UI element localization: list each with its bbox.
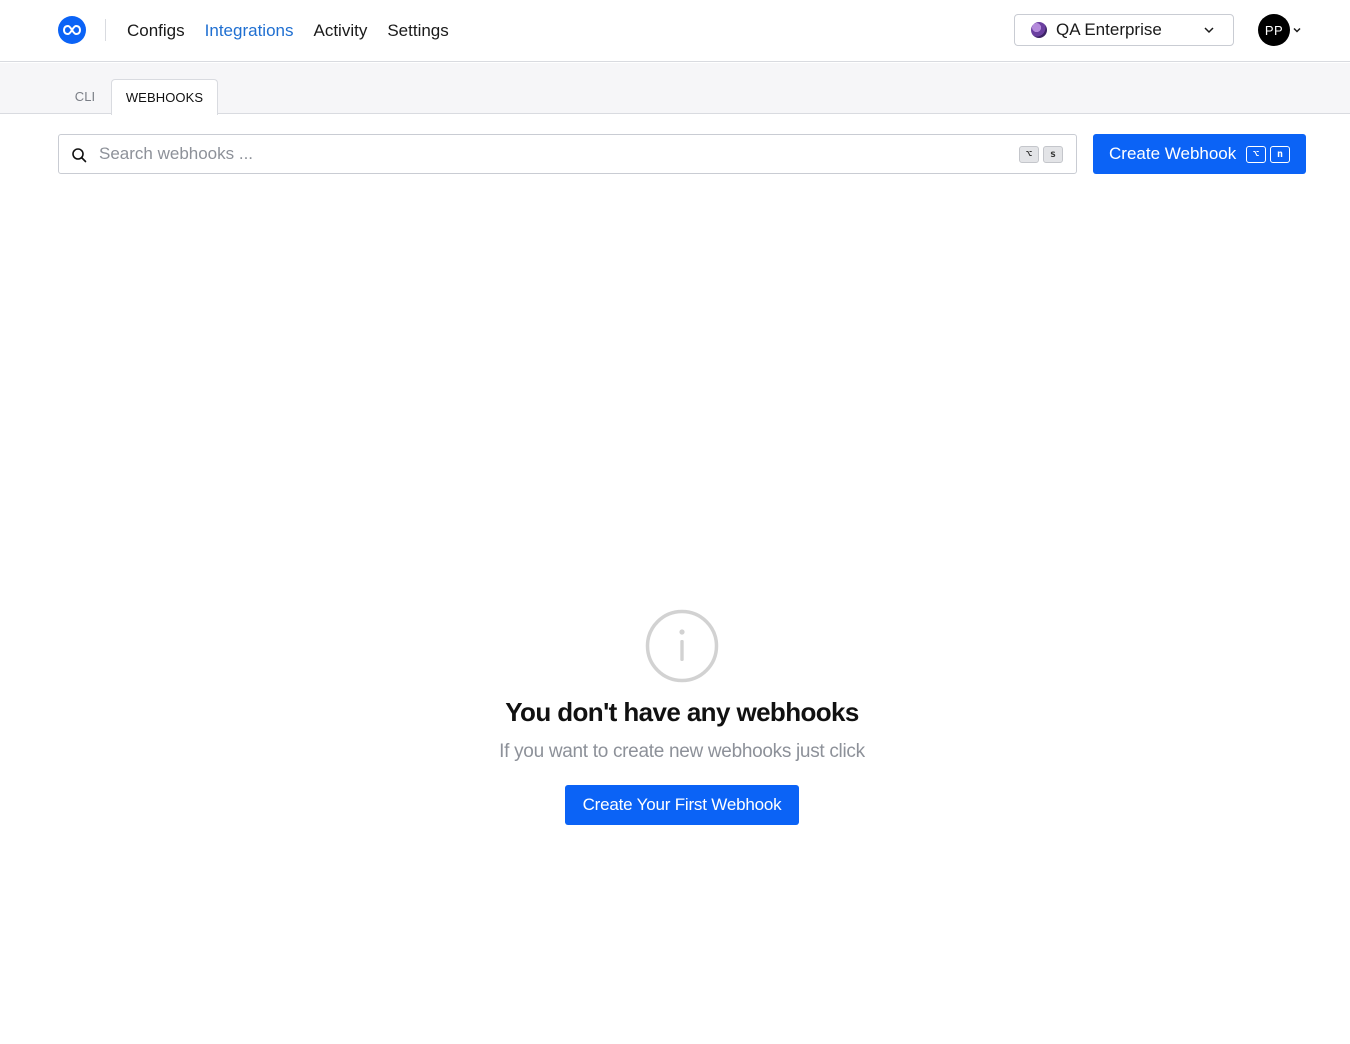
user-avatar: PP bbox=[1258, 14, 1290, 46]
top-nav: Configs Integrations Activity Settings Q… bbox=[0, 0, 1350, 62]
nav-divider bbox=[105, 19, 106, 41]
search-icon bbox=[72, 148, 87, 163]
search-input[interactable] bbox=[99, 135, 999, 173]
chevron-down-icon bbox=[1204, 27, 1214, 34]
tab-webhooks[interactable]: WEBHOOKS bbox=[111, 79, 218, 115]
infinity-icon bbox=[63, 24, 81, 36]
search-bar: ⌥ s bbox=[58, 134, 1077, 174]
org-selector-dropdown[interactable]: QA Enterprise bbox=[1014, 14, 1234, 46]
main-nav: Configs Integrations Activity Settings bbox=[127, 0, 469, 62]
tab-cli[interactable]: CLI bbox=[60, 79, 110, 114]
empty-state-subtitle: If you want to create new webhooks just … bbox=[499, 741, 865, 762]
integration-tabs: CLI WEBHOOKS bbox=[0, 63, 1350, 115]
shortcut-key-option: ⌥ bbox=[1246, 146, 1266, 163]
org-selector-label: QA Enterprise bbox=[1056, 20, 1162, 39]
nav-link-activity[interactable]: Activity bbox=[313, 21, 367, 41]
nav-link-settings[interactable]: Settings bbox=[387, 21, 448, 41]
user-menu[interactable]: PP bbox=[1258, 14, 1302, 46]
empty-state-title: You don't have any webhooks bbox=[505, 697, 859, 727]
create-first-webhook-button[interactable]: Create Your First Webhook bbox=[565, 785, 799, 825]
app-logo-icon[interactable] bbox=[58, 16, 86, 44]
shortcut-key-option: ⌥ bbox=[1019, 146, 1039, 163]
nav-link-configs[interactable]: Configs bbox=[127, 21, 185, 41]
create-webhook-label: Create Webhook bbox=[1109, 144, 1237, 163]
org-avatar-icon bbox=[1031, 22, 1047, 38]
info-circle-icon bbox=[645, 609, 719, 683]
shortcut-key-s: s bbox=[1043, 146, 1063, 163]
create-webhook-button[interactable]: Create Webhook ⌥ n bbox=[1093, 134, 1306, 174]
chevron-down-icon bbox=[1293, 27, 1301, 33]
nav-link-integrations[interactable]: Integrations bbox=[205, 21, 294, 41]
shortcut-key-n: n bbox=[1270, 146, 1290, 163]
